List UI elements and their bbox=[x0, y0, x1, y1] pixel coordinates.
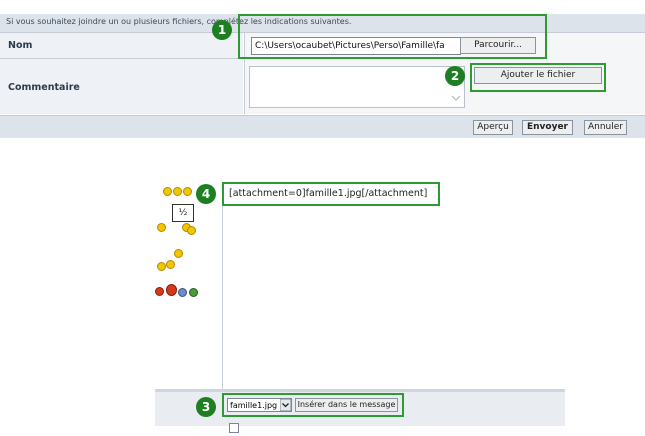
callout-3-badge: 3 bbox=[196, 397, 216, 417]
smiley-icon[interactable] bbox=[157, 223, 166, 232]
smiley-icon[interactable] bbox=[187, 226, 196, 235]
smiley-icon[interactable] bbox=[166, 260, 175, 269]
callout-2-badge: 2 bbox=[445, 66, 465, 86]
callout-1-highlight bbox=[238, 14, 547, 59]
commentaire-label: Commentaire bbox=[8, 82, 80, 93]
send-button[interactable]: Envoyer bbox=[522, 120, 573, 135]
nom-label: Nom bbox=[8, 40, 33, 51]
smiley-icon[interactable] bbox=[178, 288, 187, 297]
option-checkbox[interactable] bbox=[229, 423, 239, 433]
callout-2-highlight bbox=[470, 63, 606, 92]
smiley-icon[interactable] bbox=[183, 187, 192, 196]
callout-4-badge: 4 bbox=[196, 184, 216, 204]
smiley-icon[interactable] bbox=[173, 187, 182, 196]
form-label-column bbox=[0, 33, 243, 114]
smiley-icon[interactable] bbox=[155, 287, 164, 296]
textarea-resize-chevron-icon bbox=[451, 95, 461, 101]
message-textarea[interactable] bbox=[222, 183, 566, 389]
smiley-icon[interactable] bbox=[189, 288, 198, 297]
callout-4-highlight bbox=[222, 182, 440, 206]
smiley-icon[interactable] bbox=[166, 284, 177, 296]
smiley-icon[interactable] bbox=[157, 262, 166, 271]
smiley-icon[interactable] bbox=[163, 187, 172, 196]
comment-textarea[interactable] bbox=[249, 66, 465, 108]
smiley-icon[interactable] bbox=[174, 249, 183, 258]
callout-1-badge: 1 bbox=[212, 20, 232, 40]
preview-button[interactable]: Aperçu bbox=[473, 120, 513, 135]
sign-smiley-icon[interactable]: ½ bbox=[172, 204, 194, 222]
callout-3-highlight bbox=[222, 393, 404, 417]
cancel-button[interactable]: Annuler bbox=[584, 120, 627, 135]
